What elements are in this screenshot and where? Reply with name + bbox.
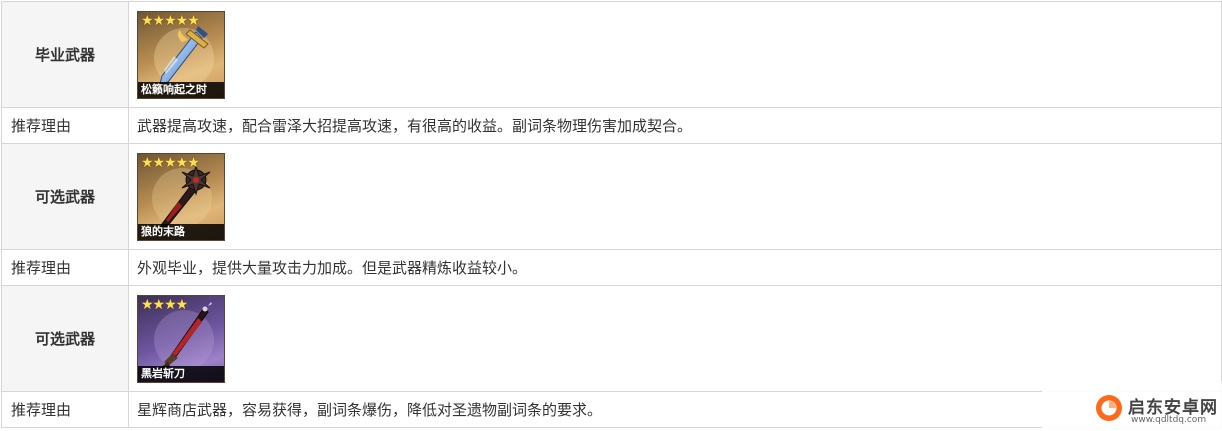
table-row: 推荐理由 外观毕业，提供大量攻击力加成。但是武器精炼收益较小。 [1,249,1222,286]
weapon-card[interactable]: ★★★★★ 狼的末路 [137,152,225,241]
rarity-stars: ★★★★ [141,296,188,313]
weapon-name: 狼的末路 [138,223,224,240]
row-label: 毕业武器 [1,1,129,108]
weapon-name: 松籁响起之时 [138,81,224,98]
weapon-recommendation-table: 毕业武器 ★★★★★ 松籁响起之时 推荐理由 武器提高攻速，配合雷泽大招提高攻速… [1,1,1222,428]
rarity-stars: ★★★★★ [141,12,200,29]
site-logo-icon [1096,395,1122,421]
row-label: 推荐理由 [1,249,129,286]
reason-text: 武器提高攻速，配合雷泽大招提高攻速，有很高的收益。副词条物理伤害加成契合。 [128,107,1222,144]
weapon-card[interactable]: ★★★★★ 松籁响起之时 [137,10,225,99]
table-row: 推荐理由 星辉商店武器，容易获得，副词条爆伤，降低对圣遗物副词条的要求。 [1,391,1222,428]
weapon-cell: ★★★★★ 松籁响起之时 [128,1,1222,108]
table-row: 毕业武器 ★★★★★ 松籁响起之时 [1,1,1222,108]
row-label: 推荐理由 [1,107,129,144]
rarity-stars: ★★★★★ [141,154,200,171]
weapon-cell: ★★★★ 黑岩斩刀 [128,285,1222,392]
row-label: 可选武器 [1,143,129,250]
watermark: 启东安卓网 www.qdltdq.com [1042,381,1222,431]
weapon-name: 黑岩斩刀 [138,365,224,382]
row-label: 可选武器 [1,285,129,392]
table-row: 推荐理由 武器提高攻速，配合雷泽大招提高攻速，有很高的收益。副词条物理伤害加成契… [1,107,1222,144]
weapon-card[interactable]: ★★★★ 黑岩斩刀 [137,294,225,383]
row-label: 推荐理由 [1,391,129,428]
reason-text: 外观毕业，提供大量攻击力加成。但是武器精炼收益较小。 [128,249,1222,286]
table-row: 可选武器 ★★★★ 黑岩斩刀 [1,285,1222,392]
watermark-url: www.qdltdq.com [1131,415,1207,425]
table-row: 可选武器 ★★★★★ 狼的末路 [1,143,1222,250]
weapon-cell: ★★★★★ 狼的末路 [128,143,1222,250]
